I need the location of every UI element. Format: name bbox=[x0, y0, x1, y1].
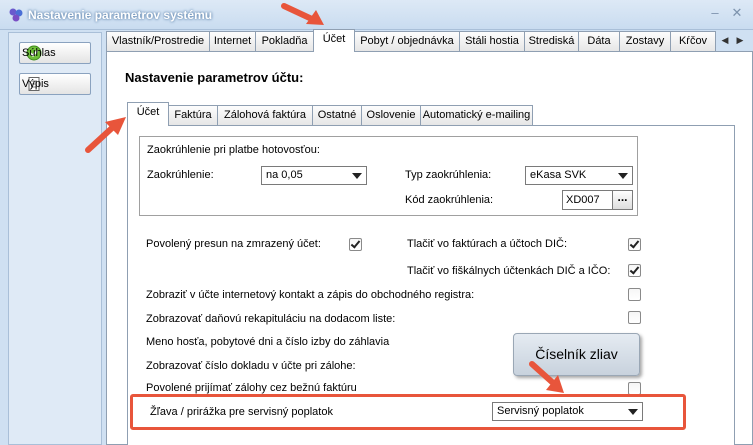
checkmark-icon bbox=[350, 238, 361, 249]
tab-cash-register[interactable]: Pokladňa bbox=[255, 31, 314, 51]
rounding-label: Zaokrúhlenie: bbox=[147, 169, 214, 181]
print-button[interactable]: Výpis bbox=[19, 73, 91, 95]
print-dic-fiscal-label: Tlačiť vo fiškálnych účtenkách DIČ a IČO… bbox=[407, 265, 611, 277]
tax-recap-checkbox[interactable] bbox=[628, 311, 641, 324]
tab-regular-guests[interactable]: Stáli hostia bbox=[459, 31, 525, 51]
print-dic-fiscal-checkbox[interactable] bbox=[628, 264, 641, 277]
subtab-salutation[interactable]: Oslovenie bbox=[361, 105, 421, 125]
subtab-auto-emailing[interactable]: Automatický e-mailing bbox=[420, 105, 533, 125]
rounding-code-lookup-button[interactable]: ... bbox=[612, 191, 632, 209]
tab-kurcov[interactable]: Kŕčov bbox=[670, 31, 716, 51]
tab-internet[interactable]: Internet bbox=[209, 31, 256, 51]
rounding-group-title: Zaokrúhlenie pri platbe hotovosťou: bbox=[147, 144, 320, 156]
subtab-invoice[interactable]: Faktúra bbox=[168, 105, 218, 125]
rounding-type-value: eKasa SVK bbox=[530, 169, 587, 181]
close-icon[interactable]: ✕ bbox=[728, 5, 746, 21]
approve-button-label: Súhlas bbox=[22, 47, 56, 59]
chevron-down-icon bbox=[618, 173, 628, 179]
frozen-transfer-checkbox[interactable] bbox=[349, 238, 362, 251]
allow-deposits-label: Povolené prijímať zálohy cez bežnú faktú… bbox=[146, 382, 357, 394]
annotation-arrow-icon bbox=[281, 3, 324, 25]
tab-scroll-right-icon[interactable]: ▶ bbox=[733, 33, 747, 47]
tab-owner-environment[interactable]: Vlastník/Prostredie bbox=[106, 31, 210, 51]
checkmark-icon bbox=[629, 264, 640, 275]
approve-button[interactable]: Súhlas bbox=[19, 42, 91, 64]
tax-recap-label: Zobrazovať daňovú rekapituláciu na dodac… bbox=[146, 313, 396, 325]
internet-contact-checkbox[interactable] bbox=[628, 288, 641, 301]
rounding-type-select[interactable]: eKasa SVK bbox=[525, 166, 633, 185]
guest-header-label: Meno hosťa, pobytové dni a číslo izby do… bbox=[146, 336, 390, 348]
frozen-transfer-label: Povolený presun na zmrazený účet: bbox=[146, 238, 321, 250]
rounding-group: Zaokrúhlenie pri platbe hotovosťou: Zaok… bbox=[139, 136, 638, 216]
rounding-code-label: Kód zaokrúhlenia: bbox=[405, 194, 494, 206]
rounding-select-value: na 0,05 bbox=[266, 169, 303, 181]
annotation-arrow-icon bbox=[529, 361, 564, 393]
subtab-other[interactable]: Ostatné bbox=[312, 105, 362, 125]
tab-data[interactable]: Dáta bbox=[578, 31, 620, 51]
tab-scroll-left-icon[interactable]: ◀ bbox=[718, 33, 732, 47]
rounding-select[interactable]: na 0,05 bbox=[261, 166, 367, 185]
page-title: Nastavenie parametrov účtu: bbox=[125, 70, 304, 85]
tab-reports[interactable]: Zostavy bbox=[619, 31, 671, 51]
subtab-account[interactable]: Účet bbox=[127, 102, 169, 126]
print-button-label: Výpis bbox=[22, 78, 49, 90]
rounding-type-label: Typ zaokrúhlenia: bbox=[405, 169, 492, 181]
main-tabstrip: Vlastník/Prostredie Internet Pokladňa Úč… bbox=[106, 29, 753, 52]
annotation-arrow-icon bbox=[85, 117, 126, 153]
tab-stay-order[interactable]: Pobyt / objednávka bbox=[354, 31, 460, 51]
print-dic-invoices-checkbox[interactable] bbox=[628, 238, 641, 251]
print-dic-invoices-label: Tlačiť vo faktúrach a účtoch DIČ: bbox=[407, 238, 568, 250]
main-content: Nastavenie parametrov účtu: Účet Faktúra… bbox=[106, 51, 753, 445]
tab-account[interactable]: Účet bbox=[313, 29, 355, 52]
doc-number-label: Zobrazovať číslo dokladu v účte pri zálo… bbox=[146, 360, 356, 372]
annotation-highlight-box bbox=[130, 394, 686, 430]
rounding-code-value: XD007 bbox=[566, 194, 600, 206]
minimize-icon[interactable]: – bbox=[706, 5, 724, 21]
app-icon bbox=[9, 8, 23, 22]
subtab-advance-invoice[interactable]: Zálohová faktúra bbox=[217, 105, 313, 125]
rounding-code-field[interactable]: XD007 ... bbox=[562, 190, 633, 210]
window-title: Nastavenie parametrov systému bbox=[28, 8, 213, 22]
internet-contact-label: Zobraziť v účte internetový kontakt a zá… bbox=[146, 289, 475, 301]
chevron-down-icon bbox=[352, 173, 362, 179]
left-panel: Súhlas Výpis bbox=[8, 32, 102, 445]
title-bar: Nastavenie parametrov systému – ✕ bbox=[0, 0, 753, 30]
checkmark-icon bbox=[629, 238, 640, 249]
tab-centers[interactable]: Strediská bbox=[524, 31, 579, 51]
